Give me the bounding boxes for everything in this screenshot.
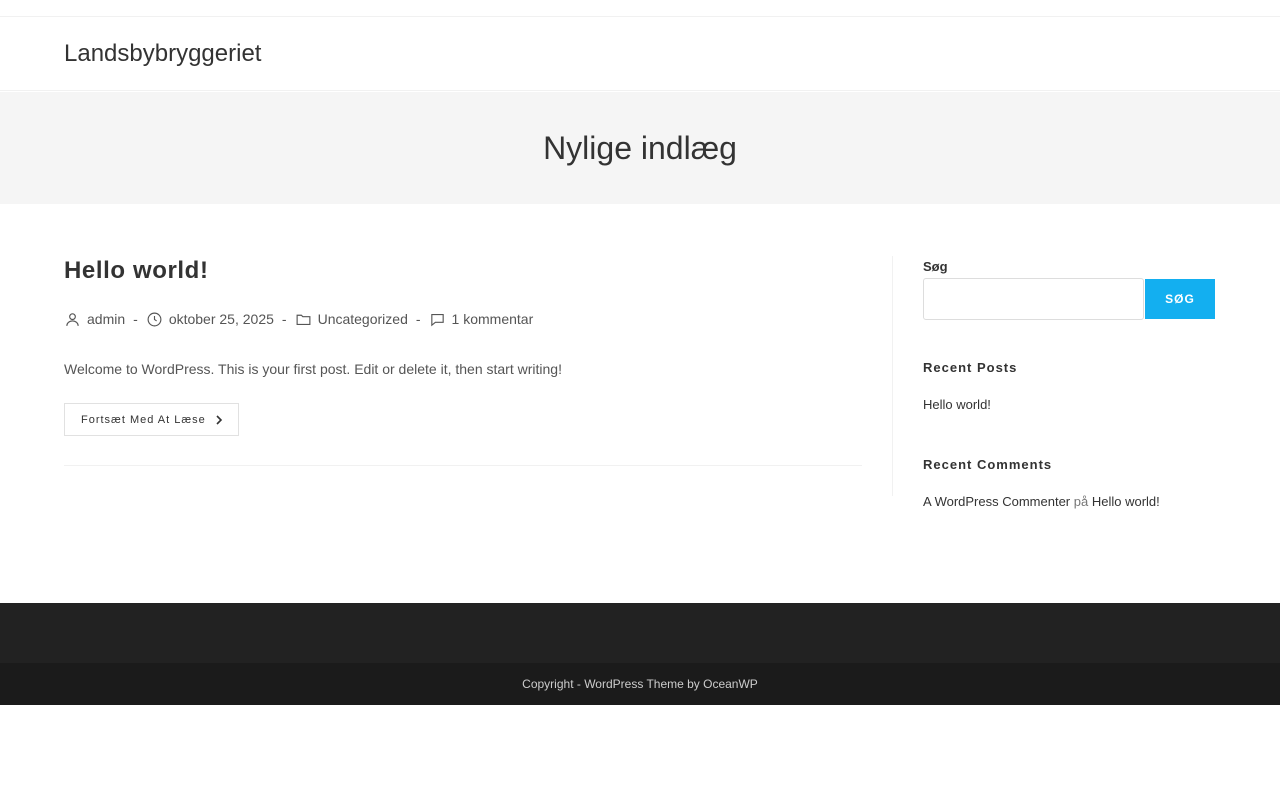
footer-widgets bbox=[0, 603, 1280, 663]
meta-author: admin bbox=[64, 311, 125, 328]
footer-bottom: Copyright - WordPress Theme by OceanWP bbox=[0, 663, 1280, 705]
post-meta: admin - oktober 25, 2025 - Uncategorized… bbox=[64, 308, 533, 330]
comment-on-text: på bbox=[1073, 494, 1089, 509]
read-more-label: Fortsæt Med At Læse bbox=[81, 413, 206, 426]
clock-icon bbox=[147, 312, 162, 326]
search-label: Søg bbox=[923, 259, 948, 274]
meta-comments: 1 kommentar bbox=[429, 311, 534, 328]
comment-post-link[interactable]: Hello world! bbox=[1092, 494, 1160, 509]
search-button[interactable]: SØG bbox=[1145, 279, 1215, 319]
author-link[interactable]: admin bbox=[87, 311, 125, 327]
folder-icon bbox=[296, 314, 311, 325]
search-input[interactable] bbox=[923, 278, 1144, 320]
post-excerpt: Welcome to WordPress. This is your first… bbox=[64, 361, 562, 377]
recent-comment-item: A WordPress Commenter på Hello world! bbox=[923, 494, 1160, 509]
top-bar bbox=[0, 0, 1280, 17]
comments-link[interactable]: 1 kommentar bbox=[452, 311, 534, 327]
site-title-link[interactable]: Landsbybryggeriet bbox=[64, 39, 261, 69]
page-title: Nylige indlæg bbox=[543, 130, 737, 166]
meta-separator: - bbox=[281, 311, 287, 327]
read-more-button[interactable]: Fortsæt Med At Læse bbox=[64, 403, 239, 436]
recent-posts-title: Recent Posts bbox=[923, 360, 1018, 375]
meta-separator: - bbox=[133, 311, 138, 327]
user-icon bbox=[66, 312, 79, 326]
site-header: Landsbybryggeriet bbox=[0, 17, 1280, 91]
meta-separator: - bbox=[415, 311, 421, 327]
comment-icon bbox=[430, 313, 444, 326]
post-date: oktober 25, 2025 bbox=[168, 311, 274, 327]
recent-comments-title: Recent Comments bbox=[923, 457, 1053, 472]
post-title-link[interactable]: Hello world! bbox=[64, 256, 209, 286]
post-divider bbox=[64, 465, 862, 466]
category-link[interactable]: Uncategorized bbox=[318, 311, 408, 327]
comment-author-link[interactable]: A WordPress Commenter bbox=[923, 494, 1070, 509]
page-header: Nylige indlæg bbox=[0, 92, 1280, 204]
chevron-right-icon bbox=[216, 414, 222, 425]
meta-category: Uncategorized bbox=[295, 311, 408, 328]
recent-post-link[interactable]: Hello world! bbox=[923, 397, 991, 412]
copyright-text: Copyright - WordPress Theme by OceanWP bbox=[522, 677, 758, 691]
meta-date: oktober 25, 2025 bbox=[146, 311, 274, 328]
sidebar-divider bbox=[892, 256, 893, 496]
